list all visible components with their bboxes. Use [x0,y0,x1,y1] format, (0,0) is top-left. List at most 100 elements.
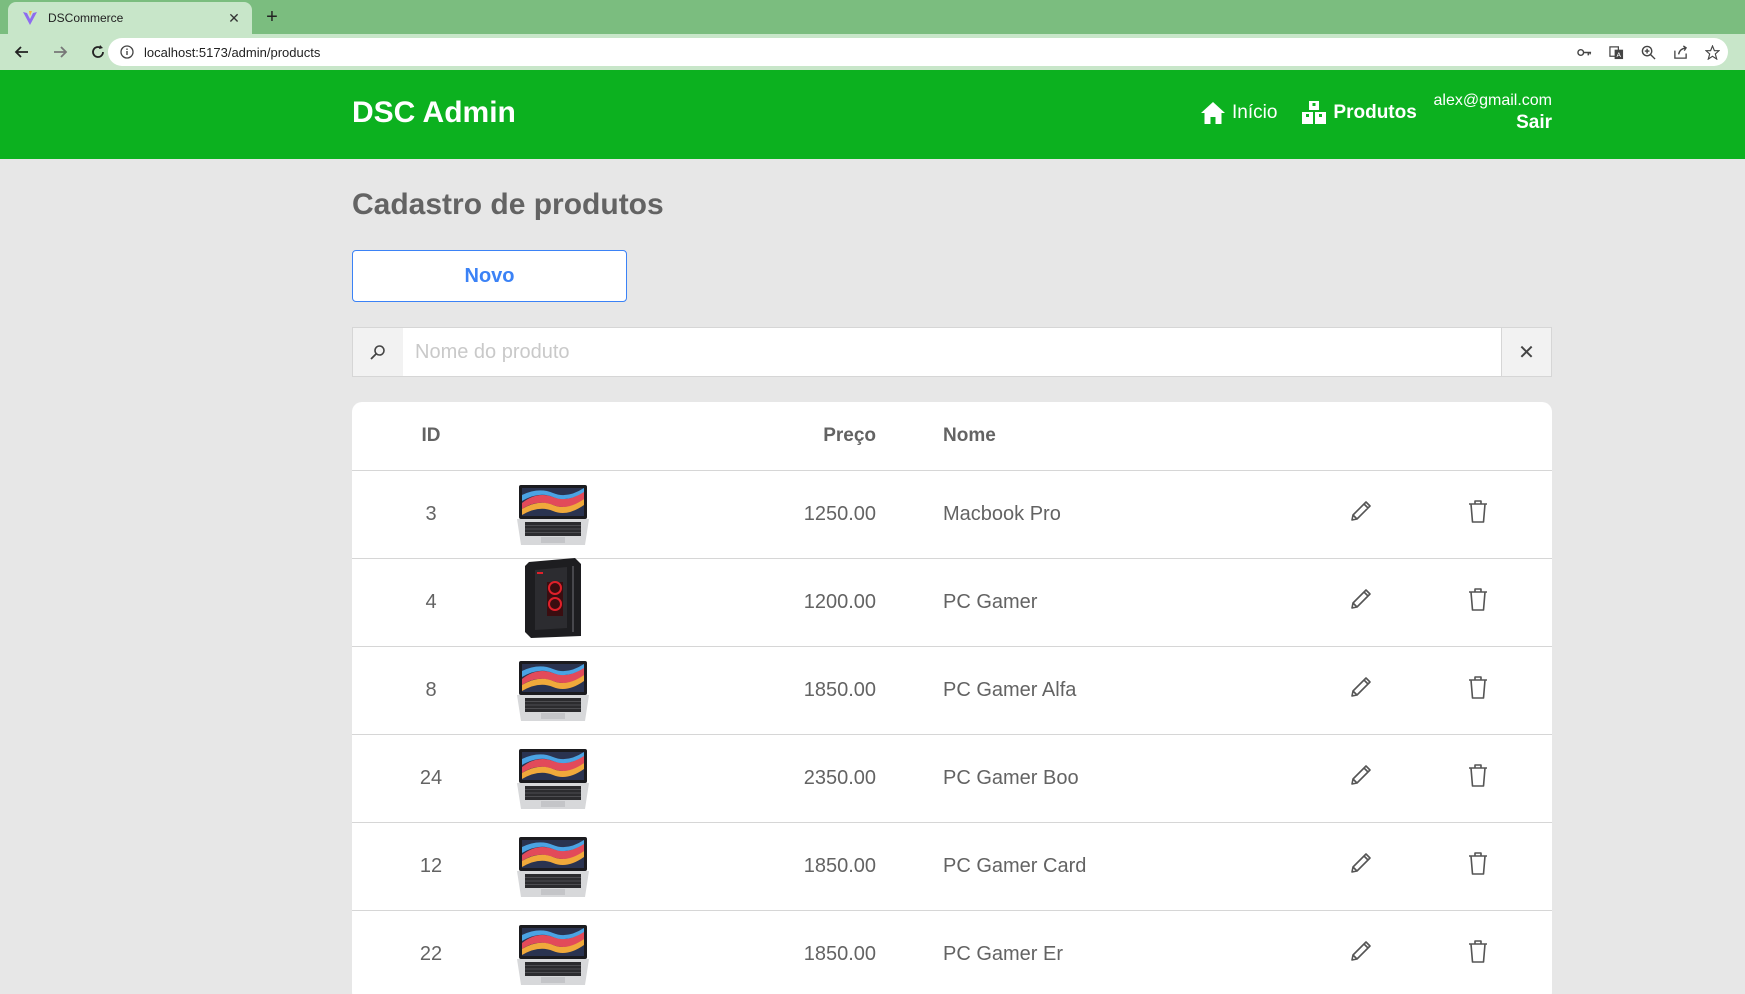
translate-icon[interactable]: A [1600,45,1632,60]
product-id: 12 [352,822,510,911]
product-image [510,822,710,911]
product-name: Macbook Pro [876,470,1296,559]
clear-search-icon[interactable]: ✕ [1501,328,1551,376]
delete-trash-icon[interactable] [1464,497,1492,525]
product-image [510,910,710,994]
user-email: alex@gmail.com [1433,92,1553,109]
edit-cell [1296,646,1426,735]
product-image [510,734,710,823]
delete-cell [1426,910,1552,994]
table-row: 22 1850.00 PC Gamer Er [352,910,1552,994]
boxes-icon [1302,101,1327,124]
product-price: 1850.00 [710,910,876,994]
delete-cell [1426,822,1552,911]
delete-cell [1426,734,1552,823]
product-id: 8 [352,646,510,735]
laptop-image [517,661,589,721]
column-header-image [510,402,710,471]
product-id: 22 [352,910,510,994]
forward-icon[interactable] [44,36,76,68]
delete-cell [1426,470,1552,559]
laptop-image [517,925,589,985]
zoom-icon[interactable] [1632,45,1664,60]
product-price: 1200.00 [710,558,876,647]
products-table-card: ID Preço Nome 3 1250.00 Macbook Pro 4 12… [352,402,1552,994]
logout-link[interactable]: Sair [1434,112,1552,134]
edit-pencil-icon[interactable] [1347,937,1375,965]
delete-trash-icon[interactable] [1464,673,1492,701]
new-product-button[interactable]: Novo [352,250,627,302]
search-icon [353,328,403,376]
column-header-edit [1296,402,1426,471]
nav-item-produtos[interactable]: Produtos [1301,100,1417,126]
page-title: Cadastro de produtos [352,188,664,221]
laptop-image [517,485,589,545]
omnibox-actions: A [1568,38,1728,66]
close-tab-icon[interactable]: ✕ [222,10,246,27]
product-id: 24 [352,734,510,823]
bookmark-star-icon[interactable] [1696,44,1728,60]
edit-pencil-icon[interactable] [1347,585,1375,613]
app-header: DSC Admin Início Produtos alex@gmail.com… [0,70,1745,159]
product-id: 3 [352,470,510,559]
product-name: PC Gamer Er [876,910,1296,994]
delete-cell [1426,558,1552,647]
nav-item-inicio[interactable]: Início [1200,100,1277,126]
product-price: 1850.00 [710,646,876,735]
table-row: 12 1850.00 PC Gamer Card [352,822,1552,911]
products-table: ID Preço Nome 3 1250.00 Macbook Pro 4 12… [352,402,1552,994]
tab-title: DSCommerce [48,11,124,25]
browser-tab[interactable]: DSCommerce ✕ [8,2,252,34]
search-input[interactable] [403,328,1501,376]
product-price: 2350.00 [710,734,876,823]
column-header-delete [1426,402,1552,471]
nav-item-label: Início [1232,102,1278,123]
browser-toolbar: localhost:5173/admin/products A [0,34,1745,70]
edit-pencil-icon[interactable] [1347,497,1375,525]
product-price: 1850.00 [710,822,876,911]
edit-pencil-icon[interactable] [1347,673,1375,701]
product-name: PC Gamer Card [876,822,1296,911]
laptop-image [517,749,589,809]
nav-item-label: Produtos [1333,102,1417,123]
delete-trash-icon[interactable] [1464,937,1492,965]
new-tab-icon[interactable]: + [260,6,284,30]
column-header-id: ID [352,402,510,471]
edit-pencil-icon[interactable] [1347,849,1375,877]
edit-cell [1296,910,1426,994]
product-image [510,646,710,735]
browser-tab-strip: DSCommerce ✕ + [0,0,1745,34]
edit-cell [1296,822,1426,911]
key-icon[interactable] [1568,45,1600,60]
svg-text:A: A [1616,51,1621,59]
delete-trash-icon[interactable] [1464,761,1492,789]
brand-logo[interactable]: DSC Admin [352,96,516,130]
delete-trash-icon[interactable] [1464,849,1492,877]
back-icon[interactable] [6,36,38,68]
table-row: 8 1850.00 PC Gamer Alfa [352,646,1552,735]
column-header-price: Preço [710,402,876,471]
url-text: localhost:5173/admin/products [144,44,321,60]
laptop-image [517,837,589,897]
info-icon[interactable] [120,45,134,59]
vite-favicon-icon [23,11,37,25]
table-row: 3 1250.00 Macbook Pro [352,470,1552,559]
table-row: 4 1200.00 PC Gamer [352,558,1552,647]
home-icon [1201,102,1225,124]
product-image [510,470,710,559]
edit-cell [1296,734,1426,823]
product-id: 4 [352,558,510,647]
address-bar[interactable]: localhost:5173/admin/products A [108,38,1728,66]
column-header-name: Nome [876,402,1296,471]
product-name: PC Gamer Alfa [876,646,1296,735]
delete-trash-icon[interactable] [1464,585,1492,613]
edit-cell [1296,558,1426,647]
share-icon[interactable] [1664,44,1696,60]
edit-cell [1296,470,1426,559]
pc-tower-image [525,558,581,638]
table-row: 24 2350.00 PC Gamer Boo [352,734,1552,823]
edit-pencil-icon[interactable] [1347,761,1375,789]
table-header-row: ID Preço Nome [352,402,1552,471]
product-name: PC Gamer Boo [876,734,1296,823]
delete-cell [1426,646,1552,735]
